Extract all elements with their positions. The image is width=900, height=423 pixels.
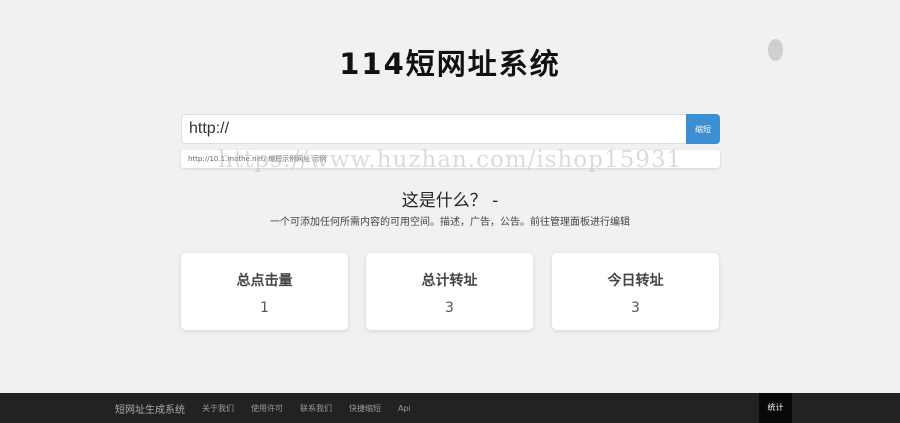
example-url-text: http://10.1.mathe.net/ 缩短示例网址 示例 <box>188 155 327 163</box>
page: 114短网址系统 缩短 http://10.1.mathe.net/ 缩短示例网… <box>0 0 900 423</box>
stat-card-total-clicks: 总点击量 1 <box>181 253 348 330</box>
site-title: 114短网址系统 <box>339 47 561 81</box>
stat-card-total-urls: 总计转址 3 <box>366 253 533 330</box>
footer-stats-button[interactable]: 统计 <box>759 393 792 423</box>
footer-link-contact[interactable]: 联系我们 <box>300 403 332 414</box>
about-heading: 这是什么？ - <box>401 191 499 211</box>
stat-value: 3 <box>445 300 454 316</box>
footer-nav: 短网址生成系统 关于我们 使用许可 联系我们 快捷缩短 Api <box>115 393 428 423</box>
stat-value: 3 <box>631 300 640 316</box>
shorten-form: 缩短 <box>181 114 720 144</box>
footer-link-about[interactable]: 关于我们 <box>202 403 234 414</box>
footer: 短网址生成系统 关于我们 使用许可 联系我们 快捷缩短 Api 统计 <box>0 393 900 423</box>
shorten-button[interactable]: 缩短 <box>686 114 720 144</box>
stat-card-today-urls: 今日转址 3 <box>552 253 719 330</box>
stat-label: 总计转址 <box>421 273 478 289</box>
example-url-row: http://10.1.mathe.net/ 缩短示例网址 示例 <box>181 150 720 168</box>
stat-label: 今日转址 <box>607 273 664 289</box>
url-input[interactable] <box>181 114 686 144</box>
about-description: 一个可添加任何所需内容的可用空间。描述，广告，公告。前往管理面板进行编辑 <box>270 217 630 228</box>
footer-link-quick-shorten[interactable]: 快捷缩短 <box>349 403 381 414</box>
stat-value: 1 <box>260 300 269 316</box>
footer-link-license[interactable]: 使用许可 <box>251 403 283 414</box>
footer-brand[interactable]: 短网址生成系统 <box>115 401 185 416</box>
stat-label: 总点击量 <box>236 273 293 289</box>
footer-link-api[interactable]: Api <box>398 404 411 413</box>
